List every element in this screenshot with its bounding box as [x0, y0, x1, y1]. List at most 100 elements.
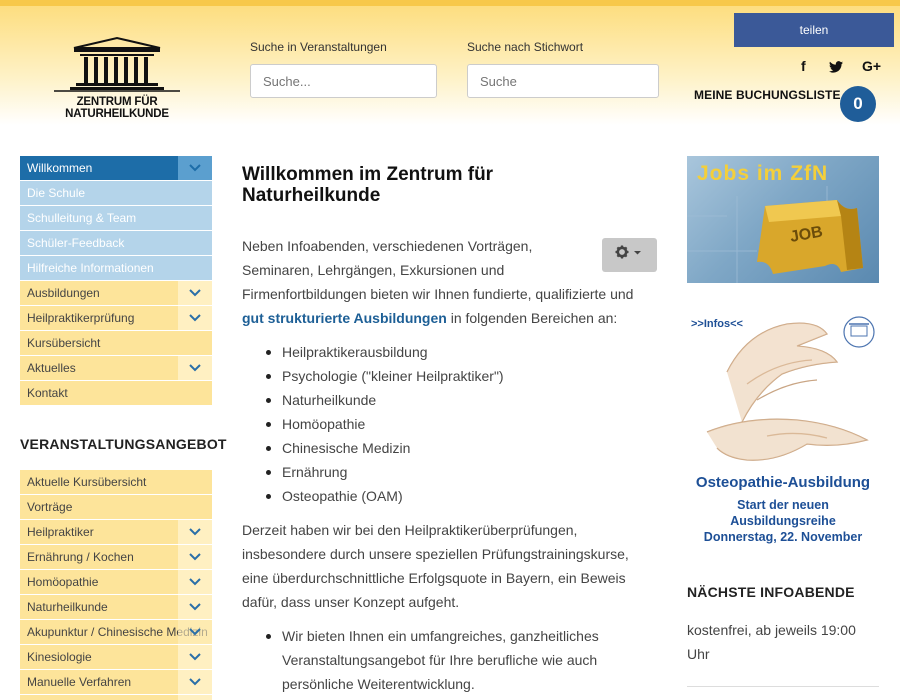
events-item-akupunktur[interactable]: Akupunktur / Chinesische Medizin [20, 620, 212, 644]
sidebar-item-schueler-feedback[interactable]: Schüler-Feedback [20, 231, 212, 255]
sidebar-item-aktuelles[interactable]: Aktuelles [20, 356, 212, 380]
sidebar-item-schulleitung-team[interactable]: Schulleitung & Team [20, 206, 212, 230]
search-events-label: Suche in Veranstaltungen [250, 40, 387, 54]
events-item-heilpraktiker[interactable]: Heilpraktiker [20, 520, 212, 544]
logo-text: ZENTRUM FÜR NATURHEILKUNDE [65, 96, 169, 120]
osteopathie-title[interactable]: Osteopathie-Ausbildung [687, 474, 879, 491]
search-events-input[interactable] [250, 64, 437, 98]
osteopathie-subtitle: Ausbildungsreihe [730, 514, 836, 528]
events-item-label: Naturheilkunde [27, 600, 108, 614]
chevron-down-icon[interactable] [178, 356, 212, 380]
events-item-label: Kinesiologie [27, 650, 92, 664]
chevron-down-icon[interactable] [178, 670, 212, 694]
sidebar-item-die-schule[interactable]: Die Schule [20, 181, 212, 205]
sidebar-item-label: Ausbildungen [27, 286, 100, 300]
sidebar-item-label: Aktuelles [27, 361, 76, 375]
intro-line: Firmenfortbildungen bieten wir Ihnen fun… [242, 286, 634, 302]
chevron-down-icon[interactable] [178, 281, 212, 305]
paragraph-line: insbesondere durch unsere speziellen Prü… [242, 546, 629, 562]
ausbildungen-link[interactable]: gut strukturierte Ausbildungen [242, 310, 447, 326]
events-item-label: Vorträge [27, 500, 73, 514]
chevron-down-icon[interactable] [178, 645, 212, 669]
chevron-down-icon[interactable] [178, 570, 212, 594]
sidebar-item-label: Heilpraktikerprüfung [27, 311, 135, 325]
twitter-icon[interactable] [829, 60, 843, 76]
divider [687, 686, 879, 687]
chevron-down-icon[interactable] [178, 595, 212, 619]
osteopathie-subtitle: Start der neuen [737, 498, 829, 512]
temple-logo-icon [54, 36, 180, 92]
list-line: Wir bieten Ihnen ein umfangreiches, ganz… [282, 628, 599, 644]
paragraph-line: eine überdurchschnittliche Erfolgsquote … [242, 570, 626, 586]
events-item-label: Aktuelle Kursübersicht [27, 475, 147, 489]
events-item-vortraege[interactable]: Vorträge [20, 495, 212, 519]
search-keyword-input[interactable] [467, 64, 659, 98]
list-line: Veranstaltungsangebot für Ihre beruflich… [282, 652, 598, 668]
list-item: Wir bieten Ihnen ein umfangreiches, ganz… [262, 624, 599, 696]
info-line: Uhr [687, 646, 710, 662]
events-heading: VERANSTALTUNGSANGEBOT [20, 436, 227, 452]
list-item: Osteopathie (OAM) [262, 484, 504, 508]
chevron-down-icon[interactable] [178, 306, 212, 330]
chevron-down-icon[interactable] [178, 520, 212, 544]
list-item: Chinesische Medizin [262, 436, 504, 460]
header-accent-line [0, 0, 900, 6]
list-item: Psychologie ("kleiner Heilpraktiker") [262, 364, 504, 388]
events-item-label: Homöopathie [27, 575, 99, 589]
sidebar-item-hilfreiche-informationen[interactable]: Hilfreiche Informationen [20, 256, 212, 280]
osteopathie-image[interactable] [687, 312, 879, 472]
next-infoevenings-heading: NÄCHSTE INFOABENDE [687, 584, 855, 600]
events-item-label: Heilpraktiker [27, 525, 94, 539]
success-paragraph: Derzeit haben wir bei den Heilpraktikerü… [242, 518, 662, 614]
events-item-ernaehrung-kochen[interactable]: Ernährung / Kochen [20, 545, 212, 569]
hands-illustration-icon [706, 316, 875, 461]
sidebar-item-kontakt[interactable]: Kontakt [20, 381, 212, 405]
sidebar-item-label: Kursübersicht [27, 336, 101, 350]
puzzle-piece-icon: JOB [687, 186, 863, 283]
jobs-banner[interactable]: Jobs im ZfN JOB [687, 156, 879, 283]
sidebar-item-willkommen[interactable]: Willkommen [20, 156, 212, 180]
search-keyword-label: Suche nach Stichwort [467, 40, 584, 54]
events-item-label: Manuelle Verfahren [27, 675, 132, 689]
sidebar-item-label: Hilfreiche Informationen [27, 261, 154, 275]
sidebar-item-label: Willkommen [27, 161, 93, 175]
next-infoevenings-text: kostenfrei, ab jeweils 19:00 Uhr [687, 618, 877, 666]
events-item-more[interactable] [20, 695, 212, 700]
facebook-icon[interactable]: f [801, 58, 806, 74]
list-item: Homöopathie [262, 412, 504, 436]
paragraph-line: Derzeit haben wir bei den Heilpraktikerü… [242, 522, 578, 538]
events-item-naturheilkunde[interactable]: Naturheilkunde [20, 595, 212, 619]
events-item-label: Ernährung / Kochen [27, 550, 134, 564]
intro-line: Seminaren, Lehrgängen, Exkursionen und [242, 262, 505, 278]
events-item-homoeopathie[interactable]: Homöopathie [20, 570, 212, 594]
sidebar-item-label: Kontakt [27, 386, 68, 400]
chevron-down-icon[interactable] [178, 156, 212, 180]
share-button[interactable]: teilen [734, 13, 894, 47]
booking-list-label[interactable]: MEINE BUCHUNGSLISTE [694, 88, 841, 102]
sidebar-item-ausbildungen[interactable]: Ausbildungen [20, 281, 212, 305]
chevron-down-icon[interactable] [178, 695, 212, 700]
events-item-aktuelle-kursuebersicht[interactable]: Aktuelle Kursübersicht [20, 470, 212, 494]
sidebar-item-heilpraktikerpruefung[interactable]: Heilpraktikerprüfung [20, 306, 212, 330]
site-header: ZENTRUM FÜR NATURHEILKUNDE Suche in Vera… [0, 0, 900, 125]
sidebar-item-kursuebersicht[interactable]: Kursübersicht [20, 331, 212, 355]
booking-count-badge[interactable]: 0 [840, 86, 876, 122]
sidebar-item-label: Die Schule [27, 186, 86, 200]
sidebar-item-label: Schüler-Feedback [27, 236, 125, 250]
chevron-down-icon[interactable] [178, 545, 212, 569]
google-plus-icon[interactable]: G+ [862, 58, 881, 74]
list-line: persönliche Weiterentwicklung. [282, 676, 475, 692]
offer-list: Wir bieten Ihnen ein umfangreiches, ganz… [262, 624, 599, 696]
sidebar-item-label: Schulleitung & Team [27, 211, 137, 225]
paragraph-line: dafür, dass unser Konzept aufgeht. [242, 594, 460, 610]
list-item: Naturheilkunde [262, 388, 504, 412]
chevron-down-icon[interactable] [178, 620, 212, 644]
info-line: kostenfrei, ab jeweils 19:00 [687, 622, 856, 638]
events-item-manuelle-verfahren[interactable]: Manuelle Verfahren [20, 670, 212, 694]
intro-paragraph: Neben Infoabenden, verschiedenen Vorträg… [242, 234, 662, 330]
events-item-kinesiologie[interactable]: Kinesiologie [20, 645, 212, 669]
site-logo[interactable]: ZENTRUM FÜR NATURHEILKUNDE [26, 36, 208, 120]
intro-line: Neben Infoabenden, verschiedenen Vorträg… [242, 238, 533, 254]
intro-tail: in folgenden Bereichen an: [446, 310, 618, 326]
infos-link[interactable]: >>Infos<< [691, 318, 743, 330]
